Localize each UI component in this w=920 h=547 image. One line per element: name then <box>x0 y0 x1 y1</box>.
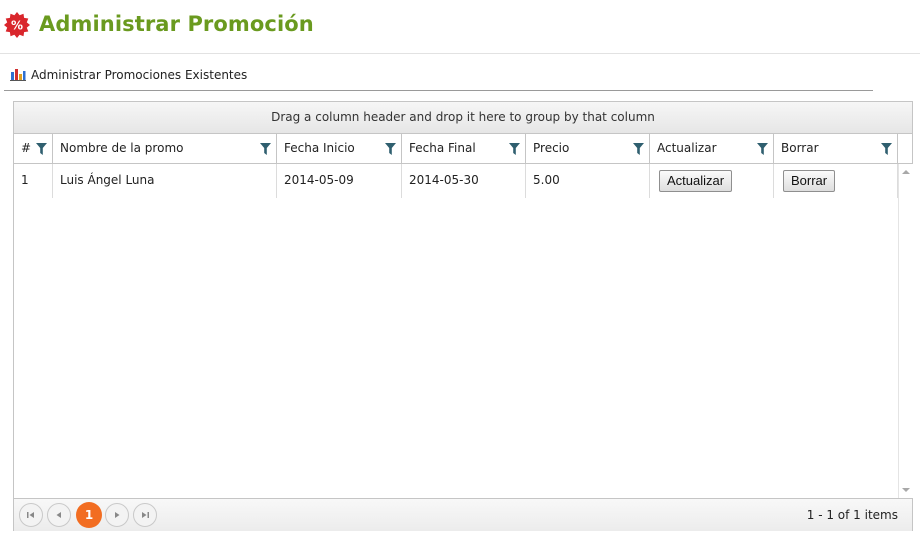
filter-icon[interactable] <box>881 143 892 155</box>
cell-text: 5.00 <box>533 173 560 187</box>
cell-actualizar: Actualizar <box>650 164 774 198</box>
last-page-button[interactable] <box>133 503 157 527</box>
group-drop-area[interactable]: Drag a column header and drop it here to… <box>14 102 912 134</box>
last-page-icon <box>142 512 149 518</box>
first-page-icon <box>27 512 34 518</box>
previous-page-icon <box>56 512 61 518</box>
filter-icon[interactable] <box>260 143 271 155</box>
filter-icon[interactable] <box>36 143 47 155</box>
column-label: Fecha Final <box>409 141 476 155</box>
borrar-button[interactable]: Borrar <box>783 170 836 192</box>
percent-badge-icon: % <box>4 12 30 38</box>
section-label: Administrar Promociones Existentes <box>31 68 248 82</box>
cell-borrar: Borrar <box>774 164 898 198</box>
cell-fecha-inicio: 2014-05-09 <box>277 164 402 198</box>
first-page-button[interactable] <box>19 503 43 527</box>
grid-body: 1 Luis Ángel Luna 2014-05-09 2014-05-30 … <box>14 164 898 498</box>
column-label: # <box>21 141 32 155</box>
filter-icon[interactable] <box>509 143 520 155</box>
filter-icon[interactable] <box>385 143 396 155</box>
table-row: 1 Luis Ángel Luna 2014-05-09 2014-05-30 … <box>14 164 898 198</box>
page-title: Administrar Promoción <box>39 12 314 36</box>
column-header-fecha-inicio[interactable]: Fecha Inicio <box>277 134 402 163</box>
actualizar-button[interactable]: Actualizar <box>659 170 733 192</box>
column-header-fecha-final[interactable]: Fecha Final <box>402 134 526 163</box>
section-bar: Administrar Promociones Existentes <box>4 60 873 91</box>
column-label: Fecha Inicio <box>284 141 355 155</box>
grid-header-row: # Nombre de la promo Fecha Inicio Fecha … <box>14 134 912 164</box>
cell-precio: 5.00 <box>526 164 650 198</box>
column-label: Actualizar <box>657 141 717 155</box>
scroll-up-arrow-icon[interactable] <box>902 170 910 174</box>
cell-text: 2014-05-09 <box>284 173 354 187</box>
column-header-nombre[interactable]: Nombre de la promo <box>53 134 277 163</box>
column-header-actualizar[interactable]: Actualizar <box>650 134 774 163</box>
column-header-number[interactable]: # <box>14 134 53 163</box>
cell-text: 1 <box>21 173 29 187</box>
cell-number: 1 <box>14 164 53 198</box>
cell-fecha-final: 2014-05-30 <box>402 164 526 198</box>
cell-text: Luis Ángel Luna <box>60 173 155 187</box>
previous-page-button[interactable] <box>47 503 71 527</box>
column-label: Precio <box>533 141 570 155</box>
next-page-button[interactable] <box>105 503 129 527</box>
current-page-button[interactable]: 1 <box>76 502 102 528</box>
filter-icon[interactable] <box>633 143 644 155</box>
scroll-down-arrow-icon[interactable] <box>902 488 910 492</box>
column-header-borrar[interactable]: Borrar <box>774 134 898 163</box>
cell-text: 2014-05-30 <box>409 173 479 187</box>
column-header-precio[interactable]: Precio <box>526 134 650 163</box>
cell-nombre: Luis Ángel Luna <box>53 164 277 198</box>
badge-symbol: % <box>11 19 23 33</box>
column-label: Nombre de la promo <box>60 141 184 155</box>
vertical-scrollbar[interactable] <box>898 164 913 498</box>
promotions-grid: Drag a column header and drop it here to… <box>13 101 913 531</box>
filter-icon[interactable] <box>757 143 768 155</box>
next-page-icon <box>115 512 120 518</box>
page-header: % Administrar Promoción <box>0 0 920 54</box>
column-label: Borrar <box>781 141 819 155</box>
pager-info: 1 - 1 of 1 items <box>806 508 898 522</box>
pager: 1 1 - 1 of 1 items <box>14 498 912 531</box>
bar-chart-icon <box>10 69 26 81</box>
